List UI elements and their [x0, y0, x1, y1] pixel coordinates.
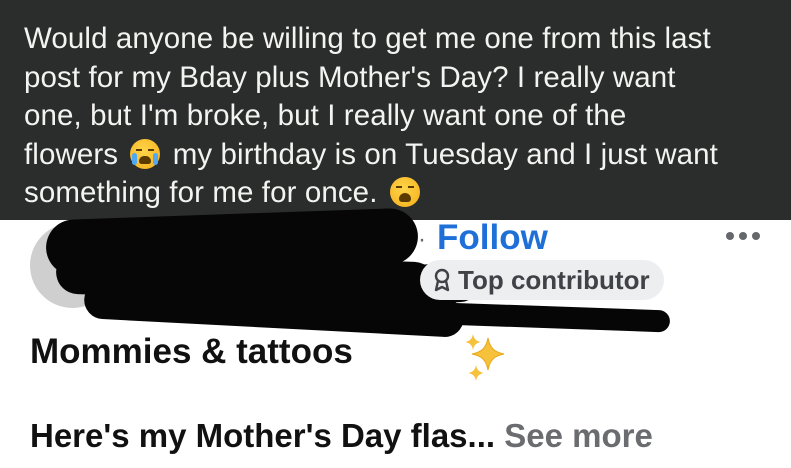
- name-follow-separator: ·: [418, 226, 426, 253]
- overlay-caption: Would anyone be willing to get me one fr…: [0, 0, 791, 220]
- caption-line-4-end: my birthday is on Tuesday and I just wan…: [172, 137, 718, 171]
- post-text: Here's my Mother's Day flas...: [30, 417, 496, 454]
- facebook-post: eli · Follow Top contributor Mommies & t…: [0, 207, 791, 468]
- caption-text: Would anyone be willing to get me one fr…: [24, 20, 774, 213]
- loudly-crying-face-icon: [130, 138, 161, 169]
- more-options-icon[interactable]: [726, 232, 760, 240]
- top-contributor-badge[interactable]: Top contributor: [420, 260, 664, 300]
- caption-line-5-text: something for me for once.: [24, 176, 378, 209]
- caption-line-1: Would anyone be willing to get me one fr…: [24, 22, 711, 55]
- post-text-preview: Here's my Mother's Day flas... See more: [30, 417, 653, 455]
- badge-icon: [434, 268, 450, 292]
- caption-line-5: something for me for once.: [24, 174, 774, 213]
- caption-line-4-start: flowers: [24, 137, 119, 171]
- follow-button[interactable]: Follow: [437, 218, 548, 258]
- caption-line-2: post for my Bday plus Mother's Day? I re…: [24, 60, 676, 94]
- caption-line-3: one, but I'm broke, but I really want on…: [24, 99, 627, 132]
- group-name[interactable]: Mommies & tattoos: [30, 332, 353, 372]
- tired-face-icon: [389, 177, 420, 207]
- badge-label: Top contributor: [458, 264, 650, 295]
- see-more-link[interactable]: See more: [504, 417, 653, 454]
- caption-line-4: flowers my birthday is on Tuesday and I …: [24, 136, 774, 175]
- sparkles-icon: [465, 334, 505, 381]
